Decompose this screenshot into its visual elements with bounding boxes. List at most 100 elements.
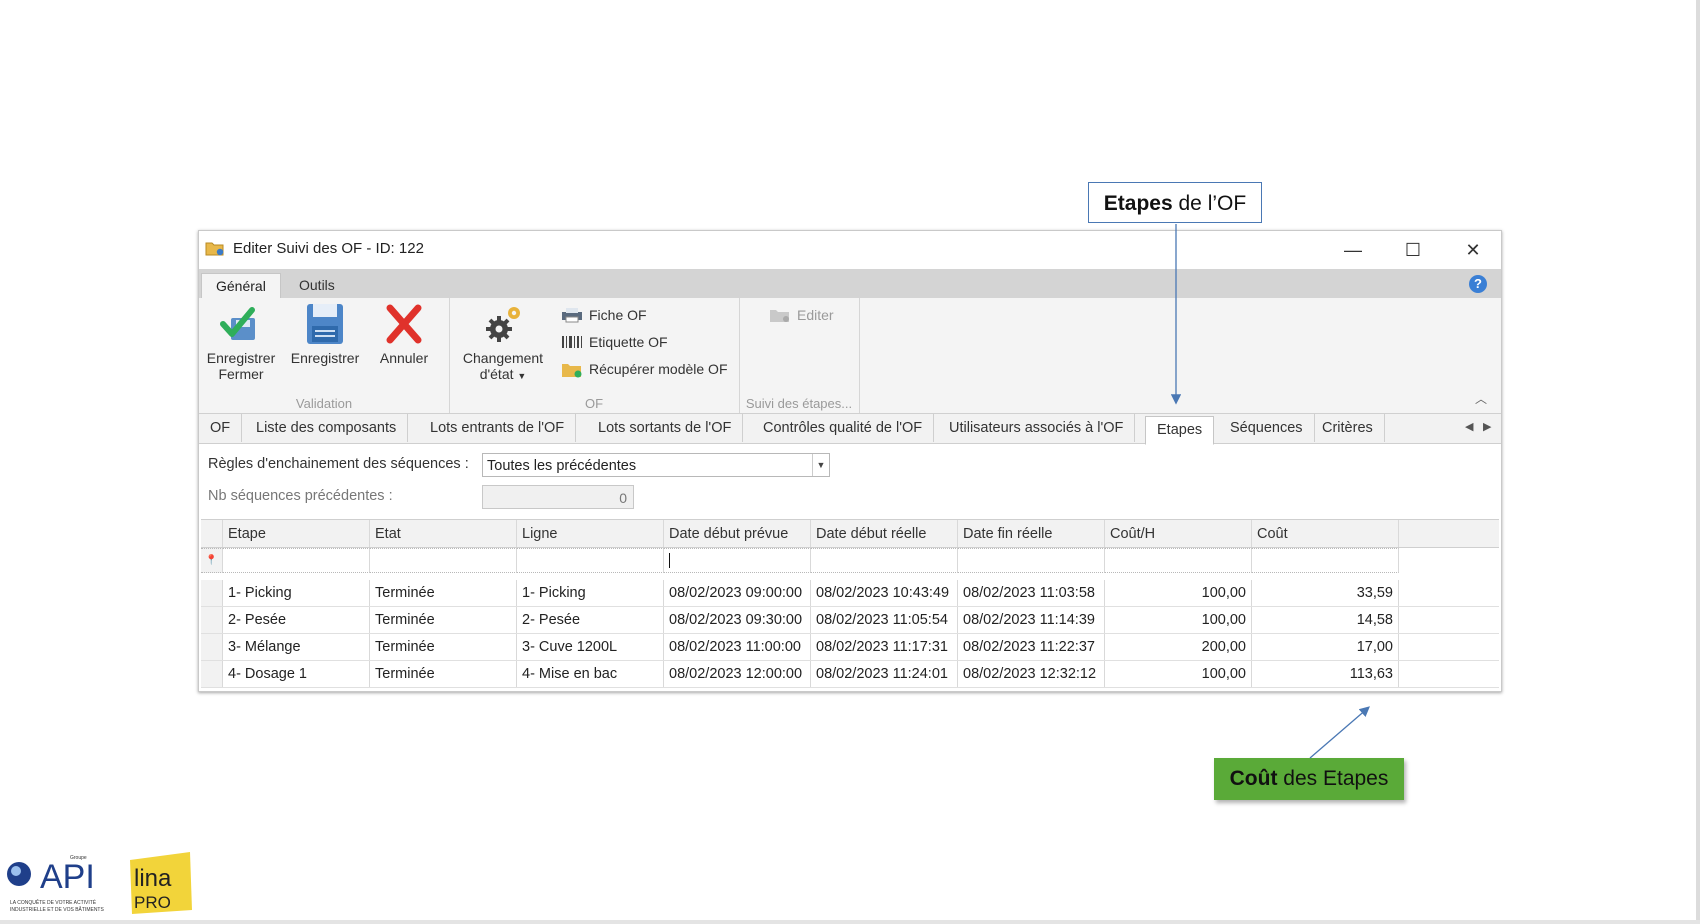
table-row[interactable]: 3- Mélange Terminée 3- Cuve 1200L 08/02/202… (201, 634, 1499, 661)
tab-sequences[interactable]: Séquences (1219, 414, 1315, 442)
cell-date-debut-prevue[interactable]: 08/02/2023 09:00:00 (664, 580, 811, 606)
cell-etat[interactable]: Terminée (370, 580, 517, 606)
cell-date-debut-prevue[interactable]: 08/02/2023 11:00:00 (664, 634, 811, 660)
ribbon-tab-outils[interactable]: Outils (285, 273, 349, 298)
bottom-edge (0, 920, 1700, 924)
tab-scroll-left-icon[interactable]: ◀ (1465, 420, 1473, 433)
cell-date-debut-reelle[interactable]: 08/02/2023 11:05:54 (811, 607, 958, 633)
cell-cout-h[interactable]: 100,00 (1105, 661, 1252, 687)
tab-liste-composants[interactable]: Liste des composants (245, 414, 409, 442)
recuperer-modele-button[interactable]: Récupérer modèle OF (561, 358, 728, 380)
filter-cell[interactable] (1252, 548, 1399, 573)
cell-date-debut-prevue[interactable]: 08/02/2023 12:00:00 (664, 661, 811, 687)
cell-date-fin-reelle[interactable]: 08/02/2023 11:14:39 (958, 607, 1105, 633)
cell-cout-h[interactable]: 200,00 (1105, 634, 1252, 660)
change-state-button[interactable]: Changement d'état ▼ (455, 302, 551, 384)
tab-scroll-right-icon[interactable]: ▶ (1483, 420, 1491, 433)
cell-etape[interactable]: 1- Picking (223, 580, 370, 606)
table-row[interactable]: 2- Pesée Terminée 2- Pesée 08/02/2023 09:30… (201, 607, 1499, 634)
save-button[interactable]: Enregistrer (285, 302, 365, 366)
cell-cout[interactable]: 14,58 (1252, 607, 1399, 633)
cell-ligne[interactable]: 1- Picking (517, 580, 664, 606)
cell-ligne[interactable]: 3- Cuve 1200L (517, 634, 664, 660)
ribbon-tab-general[interactable]: Général (201, 273, 281, 299)
cell-cout-h[interactable]: 100,00 (1105, 580, 1252, 606)
barcode-icon (562, 336, 582, 348)
printer-icon (562, 308, 582, 323)
tab-controles-qualite[interactable]: Contrôles qualité de l'OF (752, 414, 935, 442)
group-title-of: OF (584, 396, 604, 411)
lina-pro-logo: lina PRO (130, 852, 192, 914)
callout-cout: Coût des Etapes (1214, 758, 1404, 800)
cell-cout[interactable]: 33,59 (1252, 580, 1399, 606)
filter-row[interactable]: 📍 (201, 548, 1499, 573)
nb-sequences-field[interactable]: 0 (482, 485, 634, 509)
filter-cell[interactable] (664, 548, 811, 573)
cell-etape[interactable]: 4- Dosage 1 (223, 661, 370, 687)
table-row[interactable]: 4- Dosage 1 Terminée 4- Mise en bac 08/02/2… (201, 661, 1499, 688)
cell-cout-h[interactable]: 100,00 (1105, 607, 1252, 633)
etiquette-of-button[interactable]: Etiquette OF (561, 331, 668, 353)
cell-cout[interactable]: 113,63 (1252, 661, 1399, 687)
table-row[interactable]: 1- Picking Terminée 1- Picking 08/02/2023 0… (201, 580, 1499, 607)
col-date-debut-reelle[interactable]: Date début réelle (811, 520, 958, 547)
cell-etat[interactable]: Terminée (370, 607, 517, 633)
filter-cell[interactable] (811, 548, 958, 573)
arrow-cout (1309, 706, 1370, 759)
filter-cell[interactable] (517, 548, 664, 573)
collapse-ribbon-icon[interactable]: ︿ (1475, 390, 1487, 407)
cell-ligne[interactable]: 2- Pesée (517, 607, 664, 633)
tab-criteres[interactable]: Critères (1311, 414, 1385, 442)
col-date-debut-prevue[interactable]: Date début prévue (664, 520, 811, 547)
rules-combobox[interactable]: Toutes les précédentes ▼ (482, 453, 830, 477)
minimize-button[interactable]: — (1323, 231, 1383, 269)
maximize-button[interactable]: ☐ (1383, 231, 1443, 269)
tab-etapes[interactable]: Etapes (1145, 416, 1215, 445)
cell-date-fin-reelle[interactable]: 08/02/2023 11:22:37 (958, 634, 1105, 660)
cell-date-debut-reelle[interactable]: 08/02/2023 11:17:31 (811, 634, 958, 660)
col-date-fin-reelle[interactable]: Date fin réelle (958, 520, 1105, 547)
col-etape[interactable]: Etape (223, 520, 370, 547)
cell-date-debut-prevue[interactable]: 08/02/2023 09:30:00 (664, 607, 811, 633)
cancel-button[interactable]: Annuler (369, 302, 439, 366)
right-edge (1696, 0, 1700, 924)
tab-lots-sortants[interactable]: Lots sortants de l'OF (587, 414, 744, 442)
tab-of[interactable]: OF (199, 414, 243, 442)
cell-etat[interactable]: Terminée (370, 661, 517, 687)
cell-etat[interactable]: Terminée (370, 634, 517, 660)
filter-cell[interactable] (1105, 548, 1252, 573)
close-button[interactable]: ✕ (1443, 231, 1501, 269)
filter-cell[interactable] (370, 548, 517, 573)
col-etat[interactable]: Etat (370, 520, 517, 547)
grid-header: Etape Etat Ligne Date début prévue Date … (201, 520, 1499, 548)
col-ligne[interactable]: Ligne (517, 520, 664, 547)
col-cout-h[interactable]: Coût/H (1105, 520, 1252, 547)
cell-date-debut-reelle[interactable]: 08/02/2023 10:43:49 (811, 580, 958, 606)
folder-icon (205, 242, 224, 256)
help-icon[interactable]: ? (1469, 275, 1487, 293)
cell-etape[interactable]: 3- Mélange (223, 634, 370, 660)
fiche-of-button[interactable]: Fiche OF (561, 304, 647, 326)
cell-date-fin-reelle[interactable]: 08/02/2023 12:32:12 (958, 661, 1105, 687)
cell-etape[interactable]: 2- Pesée (223, 607, 370, 633)
filter-cell[interactable] (223, 548, 370, 573)
gears-icon (486, 307, 520, 342)
cell-date-fin-reelle[interactable]: 08/02/2023 11:03:58 (958, 580, 1105, 606)
editer-button[interactable]: Editer (769, 304, 834, 326)
chevron-down-icon[interactable]: ▼ (812, 454, 829, 476)
cell-cout[interactable]: 17,00 (1252, 634, 1399, 660)
tab-lots-entrants[interactable]: Lots entrants de l'OF (419, 414, 577, 442)
col-cout[interactable]: Coût (1252, 520, 1399, 547)
cell-date-debut-reelle[interactable]: 08/02/2023 11:24:01 (811, 661, 958, 687)
tab-utilisateurs[interactable]: Utilisateurs associés à l'OF (938, 414, 1136, 442)
filter-cell[interactable] (958, 548, 1105, 573)
filter-pin-icon: 📍 (201, 548, 223, 573)
floppy-disk-icon (307, 304, 343, 344)
title-bar: Editer Suivi des OF - ID: 122 — ☐ ✕ (199, 231, 1501, 269)
save-close-button[interactable]: Enregistrer Fermer (203, 302, 279, 382)
group-suivi-etapes: Editer Suivi des étapes... (739, 298, 860, 413)
rules-label: Règles d'enchainement des séquences : (208, 456, 469, 472)
group-title-suivi: Suivi des étapes... (745, 396, 853, 411)
ribbon: Enregistrer Fermer Enregistrer Annuler V… (199, 298, 1501, 414)
cell-ligne[interactable]: 4- Mise en bac (517, 661, 664, 687)
